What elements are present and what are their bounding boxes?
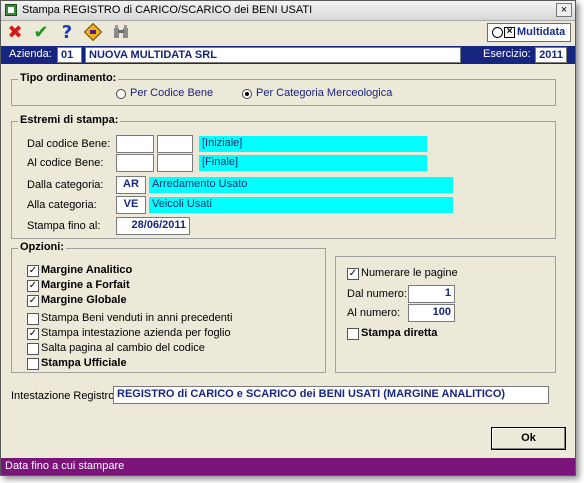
radio-categoria-merceologica[interactable] (242, 89, 252, 99)
alla-categoria-label: Alla categoria: (27, 199, 97, 211)
margine-analitico-label[interactable]: Margine Analitico (41, 264, 132, 276)
azienda-code-field[interactable]: 01 (57, 47, 82, 63)
radio-codice-bene-label[interactable]: Per Codice Bene (130, 87, 213, 99)
al-codice-label: Al codice Bene: (27, 157, 104, 169)
dalla-categoria-desc: Arredamento Usato (149, 177, 453, 193)
dalla-categoria-code[interactable]: AR (116, 176, 146, 194)
confirm-icon[interactable]: ✔ (31, 23, 51, 43)
status-bar: Data fino a cui stampare (1, 458, 575, 475)
al-numero-field[interactable]: 100 (408, 304, 455, 322)
al-codice-desc: [Finale] (199, 155, 427, 171)
beni-venduti-checkbox[interactable] (27, 313, 39, 325)
stampa-diretta-checkbox[interactable] (347, 328, 359, 340)
numerare-pagine-label[interactable]: Numerare le pagine (361, 267, 458, 279)
dal-codice-desc: [Iniziale] (199, 136, 427, 152)
stampa-fino-label: Stampa fino al: (27, 220, 101, 232)
margine-forfait-checkbox[interactable]: ✓ (27, 280, 39, 292)
stampa-diretta-label[interactable]: Stampa diretta (361, 327, 437, 339)
stampa-ufficiale-checkbox[interactable] (27, 358, 39, 370)
logo-ring-icon (492, 27, 503, 38)
ordinamento-legend: Tipo ordinamento: (18, 72, 119, 84)
margine-globale-label[interactable]: Margine Globale (41, 294, 127, 306)
esercizio-label: Esercizio: (483, 48, 531, 60)
ordinamento-group: Tipo ordinamento: Per Codice Bene Per Ca… (11, 72, 556, 106)
azienda-name-field: NUOVA MULTIDATA SRL (85, 47, 461, 63)
binoculars-icon[interactable] (111, 23, 131, 43)
main-window: Stampa REGISTRO di CARICO/SCARICO dei BE… (0, 0, 576, 476)
print-preview-icon[interactable] (83, 22, 103, 43)
close-window-button[interactable]: × (556, 3, 572, 17)
al-codice-field-1[interactable] (116, 154, 154, 172)
al-codice-field-2[interactable] (157, 154, 193, 172)
estremi-legend: Estremi di stampa: (18, 114, 121, 126)
radio-codice-bene[interactable] (116, 89, 126, 99)
ok-button[interactable]: Ok (491, 427, 566, 450)
app-icon (5, 4, 17, 16)
company-header: Azienda: 01 NUOVA MULTIDATA SRL Esercizi… (1, 46, 575, 64)
esercizio-field[interactable]: 2011 (535, 47, 567, 63)
stampa-ufficiale-label[interactable]: Stampa Ufficiale (41, 357, 127, 369)
intestazione-registro-label: Intestazione Registro: (11, 390, 118, 402)
toolbar: ✖ ✔ ? × Multidata (1, 21, 575, 45)
window-title: Stampa REGISTRO di CARICO/SCARICO dei BE… (22, 4, 313, 16)
dal-numero-field[interactable]: 1 (408, 285, 455, 303)
intestazione-foglio-label[interactable]: Stampa intestazione azienda per foglio (41, 327, 231, 339)
multidata-logo: × Multidata (487, 23, 571, 42)
stampa-fino-field[interactable]: 28/06/2011 (116, 217, 190, 235)
salta-pagina-checkbox[interactable] (27, 343, 39, 355)
dalla-categoria-label: Dalla categoria: (27, 179, 104, 191)
dal-numero-label: Dal numero: (347, 288, 407, 300)
help-icon[interactable]: ? (57, 23, 77, 43)
logo-box-icon: × (504, 27, 515, 38)
margine-analitico-checkbox[interactable]: ✓ (27, 265, 39, 277)
salta-pagina-label[interactable]: Salta pagina al cambio del codice (41, 342, 205, 354)
intestazione-foglio-checkbox[interactable]: ✓ (27, 328, 39, 340)
al-numero-label: Al numero: (347, 307, 401, 319)
intestazione-registro-field[interactable]: REGISTRO di CARICO e SCARICO dei BENI US… (113, 386, 549, 404)
margine-forfait-label[interactable]: Margine a Forfait (41, 279, 130, 291)
dal-codice-field-1[interactable] (116, 135, 154, 153)
dal-codice-label: Dal codice Bene: (27, 138, 111, 150)
numerare-pagine-checkbox[interactable]: ✓ (347, 268, 359, 280)
dal-codice-field-2[interactable] (157, 135, 193, 153)
radio-categoria-label[interactable]: Per Categoria Merceologica (256, 87, 392, 99)
opzioni-legend: Opzioni: (18, 241, 66, 253)
logo-text: Multidata (517, 26, 566, 38)
alla-categoria-desc: Veicoli Usati (149, 197, 453, 213)
margine-globale-checkbox[interactable]: ✓ (27, 295, 39, 307)
title-bar: Stampa REGISTRO di CARICO/SCARICO dei BE… (1, 1, 575, 21)
azienda-label: Azienda: (9, 48, 52, 60)
cancel-icon[interactable]: ✖ (5, 23, 25, 43)
beni-venduti-label[interactable]: Stampa Beni venduti in anni precedenti (41, 312, 232, 324)
alla-categoria-code[interactable]: VE (116, 196, 146, 214)
